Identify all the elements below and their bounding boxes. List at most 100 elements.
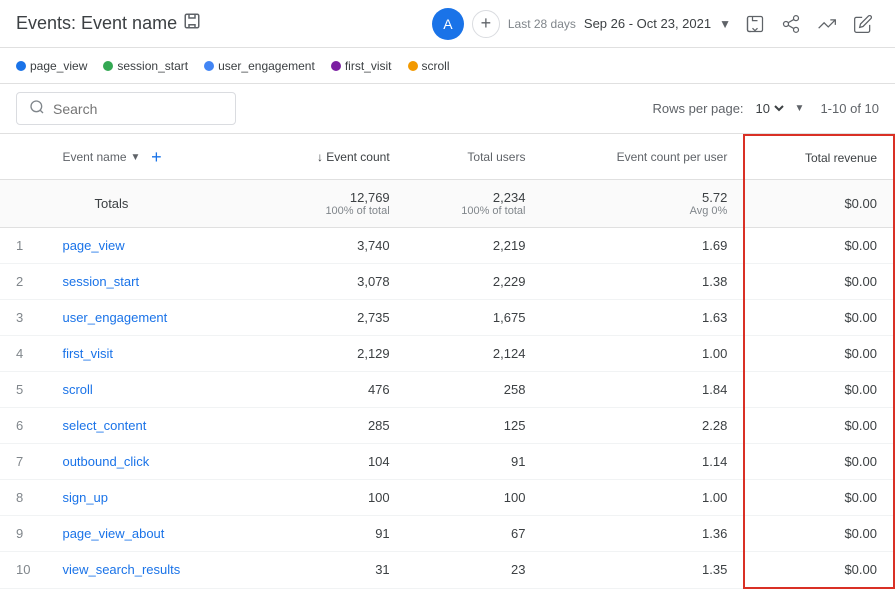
- save-report-button[interactable]: [739, 8, 771, 40]
- row-event-count: 3,078: [258, 264, 406, 300]
- row-event-count: 31: [258, 552, 406, 589]
- totals-num: [0, 180, 46, 228]
- row-num: 5: [0, 372, 46, 408]
- row-total-revenue: $0.00: [744, 336, 894, 372]
- data-table: Event name ▼ + ↓ Event count Total users…: [0, 134, 895, 589]
- row-num: 9: [0, 516, 46, 552]
- legend-item-first-visit: first_visit: [331, 59, 392, 73]
- row-event-name[interactable]: sign_up: [46, 480, 257, 516]
- edit-button[interactable]: [847, 8, 879, 40]
- legend-label-page-view: page_view: [30, 59, 87, 73]
- row-event-name[interactable]: page_view: [46, 228, 257, 264]
- sort-arrow-event-name: ▼: [131, 152, 141, 163]
- row-event-count-per-user: 1.00: [541, 480, 744, 516]
- table-row: 2 session_start 3,078 2,229 1.38 $0.00: [0, 264, 894, 300]
- col-total-revenue: Total revenue: [744, 135, 894, 180]
- table-row: 6 select_content 285 125 2.28 $0.00: [0, 408, 894, 444]
- legend-dot-page-view: [16, 61, 26, 71]
- totals-event-count: 12,769100% of total: [258, 180, 406, 228]
- legend-item-session-start: session_start: [103, 59, 188, 73]
- row-event-name[interactable]: session_start: [46, 264, 257, 300]
- col-event-count[interactable]: ↓ Event count: [258, 135, 406, 180]
- event-name-header-label: Event name: [62, 150, 126, 164]
- row-total-revenue: $0.00: [744, 264, 894, 300]
- pagination-range: 1-10 of 10: [820, 101, 879, 116]
- row-event-count-per-user: 1.14: [541, 444, 744, 480]
- row-num: 8: [0, 480, 46, 516]
- search-icon: [29, 99, 45, 118]
- save-icon[interactable]: [183, 12, 201, 35]
- row-total-users: 2,219: [406, 228, 542, 264]
- row-total-users: 258: [406, 372, 542, 408]
- totals-row: Totals 12,769100% of total 2,234100% of …: [0, 180, 894, 228]
- date-label: Last 28 days: [508, 17, 576, 31]
- row-event-name[interactable]: page_view_about: [46, 516, 257, 552]
- col-event-count-per-user: Event count per user: [541, 135, 744, 180]
- row-event-name[interactable]: select_content: [46, 408, 257, 444]
- row-total-revenue: $0.00: [744, 228, 894, 264]
- row-event-count-per-user: 1.00: [541, 336, 744, 372]
- date-dropdown-icon: ▼: [719, 17, 731, 31]
- legend-dot-first-visit: [331, 61, 341, 71]
- header-right: A + Last 28 days Sep 26 - Oct 23, 2021 ▼: [432, 8, 879, 40]
- search-box[interactable]: [16, 92, 236, 125]
- rows-per-page-label: Rows per page:: [652, 101, 743, 116]
- row-num: 10: [0, 552, 46, 589]
- row-num: 7: [0, 444, 46, 480]
- col-event-name: Event name ▼ +: [46, 135, 257, 180]
- add-comparison-button[interactable]: +: [472, 10, 500, 38]
- row-event-name[interactable]: view_search_results: [46, 552, 257, 589]
- page-title: Events: Event name: [16, 12, 201, 35]
- table-row: 4 first_visit 2,129 2,124 1.00 $0.00: [0, 336, 894, 372]
- totals-event-name: Totals: [46, 180, 257, 228]
- header: Events: Event name A + Last 28 days Sep …: [0, 0, 895, 48]
- legend-label-scroll: scroll: [422, 59, 450, 73]
- row-event-count: 285: [258, 408, 406, 444]
- totals-event-count-per-user: 5.72Avg 0%: [541, 180, 744, 228]
- row-total-users: 125: [406, 408, 542, 444]
- row-event-count: 2,735: [258, 300, 406, 336]
- row-event-count: 2,129: [258, 336, 406, 372]
- row-num: 2: [0, 264, 46, 300]
- row-event-count-per-user: 1.84: [541, 372, 744, 408]
- totals-total-revenue: $0.00: [744, 180, 894, 228]
- row-event-count-per-user: 1.36: [541, 516, 744, 552]
- search-input[interactable]: [53, 101, 223, 117]
- row-total-revenue: $0.00: [744, 516, 894, 552]
- legend-dot-session-start: [103, 61, 113, 71]
- row-event-name[interactable]: first_visit: [46, 336, 257, 372]
- row-event-count-per-user: 2.28: [541, 408, 744, 444]
- row-event-name[interactable]: scroll: [46, 372, 257, 408]
- row-num: 1: [0, 228, 46, 264]
- row-total-users: 91: [406, 444, 542, 480]
- legend-dot-scroll: [408, 61, 418, 71]
- share-button[interactable]: [775, 8, 807, 40]
- col-num: [0, 135, 46, 180]
- chevron-down-icon: ▼: [795, 103, 805, 114]
- legend-item-scroll: scroll: [408, 59, 450, 73]
- row-event-count: 476: [258, 372, 406, 408]
- legend-dot-user-engagement: [204, 61, 214, 71]
- row-event-count-per-user: 1.63: [541, 300, 744, 336]
- row-total-revenue: $0.00: [744, 372, 894, 408]
- row-event-count: 91: [258, 516, 406, 552]
- avatar: A: [432, 8, 464, 40]
- row-total-users: 67: [406, 516, 542, 552]
- row-event-name[interactable]: outbound_click: [46, 444, 257, 480]
- date-range-selector[interactable]: Last 28 days Sep 26 - Oct 23, 2021 ▼: [508, 16, 731, 31]
- rows-per-page-select[interactable]: 10 25 50: [752, 100, 787, 117]
- header-icons: [739, 8, 879, 40]
- add-column-button[interactable]: +: [144, 145, 168, 169]
- row-event-count-per-user: 1.38: [541, 264, 744, 300]
- row-total-users: 23: [406, 552, 542, 589]
- table-row: 5 scroll 476 258 1.84 $0.00: [0, 372, 894, 408]
- legend-label-first-visit: first_visit: [345, 59, 392, 73]
- row-event-name[interactable]: user_engagement: [46, 300, 257, 336]
- row-total-users: 2,229: [406, 264, 542, 300]
- explore-button[interactable]: [811, 8, 843, 40]
- row-event-count-per-user: 1.35: [541, 552, 744, 589]
- table-header-row: Event name ▼ + ↓ Event count Total users…: [0, 135, 894, 180]
- table-toolbar: Rows per page: 10 25 50 ▼ 1-10 of 10: [0, 84, 895, 134]
- row-total-users: 1,675: [406, 300, 542, 336]
- header-left: Events: Event name: [16, 12, 201, 35]
